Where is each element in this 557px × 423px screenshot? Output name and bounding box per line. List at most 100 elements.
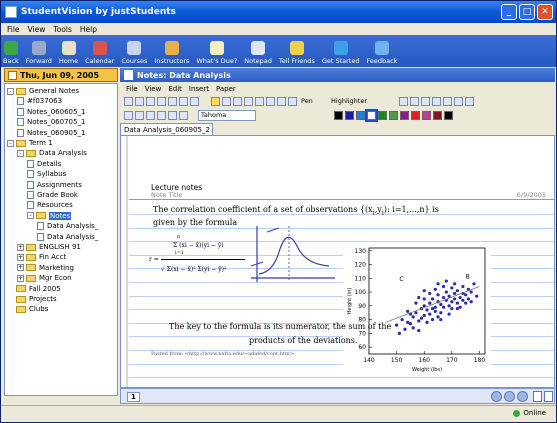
note-key-line1[interactable]: The key to the formula is its numerator,… xyxy=(169,322,391,331)
highlighter-icon[interactable] xyxy=(233,96,242,106)
expand-icon[interactable]: + xyxy=(17,243,24,251)
instructors-button[interactable]: Instructors xyxy=(154,41,189,65)
color-swatch[interactable] xyxy=(389,110,398,120)
color-swatch[interactable] xyxy=(345,110,354,120)
collapse-icon[interactable]: - xyxy=(7,87,14,95)
menu-help[interactable]: Help xyxy=(80,25,97,34)
tree-folder[interactable]: - Notes xyxy=(27,211,72,221)
close-button[interactable]: ✕ xyxy=(537,4,553,20)
tree-folder[interactable]: + ENGLISH 91 xyxy=(17,242,81,252)
underline-icon[interactable] xyxy=(146,110,155,120)
note-page[interactable]: Lecture notes Note Title 6/9/2005 The co… xyxy=(120,135,555,388)
paste-icon[interactable] xyxy=(421,96,430,106)
note-text-line1[interactable]: The correlation coefficient of a set of … xyxy=(153,205,439,217)
notes-menu-file[interactable]: File xyxy=(126,85,138,93)
cut-icon[interactable] xyxy=(399,96,408,106)
what-s-due-button[interactable]: What's Due? xyxy=(196,41,237,65)
tree-folder[interactable]: + Fin Acct xyxy=(17,252,66,262)
delete-icon[interactable] xyxy=(432,96,441,106)
color-swatch[interactable] xyxy=(444,110,453,120)
eraser-icon[interactable] xyxy=(255,96,264,106)
tree-item[interactable]: Assignments xyxy=(27,180,82,190)
collapse-icon[interactable]: - xyxy=(7,139,14,147)
menu-tools[interactable]: Tools xyxy=(53,25,71,34)
delete-page-icon[interactable] xyxy=(544,391,553,402)
notes-menu-edit[interactable]: Edit xyxy=(168,85,182,93)
notes-menu-paper[interactable]: Paper xyxy=(216,85,236,93)
tree-folder[interactable]: - Term 1 xyxy=(7,138,53,148)
pen-selector[interactable]: Pen xyxy=(299,96,327,107)
new-page-icon[interactable] xyxy=(124,96,133,106)
minimize-button[interactable]: _ xyxy=(501,4,517,20)
italic-icon[interactable] xyxy=(135,110,144,120)
menu-file[interactable]: File xyxy=(7,25,20,34)
add-page-icon[interactable] xyxy=(533,391,542,402)
expand-icon[interactable]: + xyxy=(17,253,24,261)
tree-item[interactable]: Notes_060905_1 xyxy=(17,128,85,138)
tree-item[interactable]: Data Analysis_ xyxy=(37,232,98,242)
pen-icon[interactable] xyxy=(222,96,231,106)
get-started-button[interactable]: Get Started xyxy=(322,41,359,65)
tree-item[interactable]: Notes_060705_1 xyxy=(17,117,85,127)
refresh-icon[interactable] xyxy=(179,96,188,106)
color-swatch[interactable] xyxy=(378,110,387,120)
color-swatch[interactable] xyxy=(400,110,409,120)
tree-folder[interactable]: - General Notes xyxy=(7,86,79,96)
undo-icon[interactable] xyxy=(443,96,452,106)
scatter-plot[interactable]: 13012011010090807060140 150 160 170 180Heigh… xyxy=(343,242,491,374)
indent-icon[interactable] xyxy=(168,110,177,120)
expand-icon[interactable]: + xyxy=(17,274,24,282)
tab-note[interactable]: Data Analysis_060905_2 xyxy=(120,123,213,135)
courses-button[interactable]: Courses xyxy=(121,41,147,65)
prev-page-icon[interactable] xyxy=(491,391,502,402)
tree-folder[interactable]: + Marketing xyxy=(17,263,74,273)
menu-view[interactable]: View xyxy=(28,25,46,34)
find-icon[interactable] xyxy=(465,96,474,106)
tree-folder[interactable]: Clubs xyxy=(7,304,48,314)
next-page-icon[interactable] xyxy=(517,391,528,402)
collapse-icon[interactable]: - xyxy=(17,149,24,157)
feedback-button[interactable]: Feedback xyxy=(366,41,397,65)
print-icon[interactable] xyxy=(190,96,199,106)
open-icon[interactable] xyxy=(135,96,144,106)
tree-folder[interactable]: Fall 2005 xyxy=(7,284,61,294)
note-title-field[interactable]: Note Title xyxy=(151,191,182,199)
save-icon[interactable] xyxy=(146,96,155,106)
tree-item[interactable]: Syllabus xyxy=(27,169,66,179)
notepad-button[interactable]: Notepad xyxy=(244,41,272,65)
outdent-icon[interactable] xyxy=(179,110,188,120)
tree-folder[interactable]: - Data Analysis xyxy=(17,148,87,158)
back-button[interactable]: Back xyxy=(3,41,19,65)
handwritten-sketch[interactable] xyxy=(249,222,341,288)
tree-item[interactable]: #f037063 xyxy=(17,96,62,106)
tree-item[interactable]: Details xyxy=(27,159,61,169)
color-swatch[interactable] xyxy=(433,110,442,120)
panel-splitter[interactable] xyxy=(4,396,118,404)
font-selector[interactable]: Tahoma xyxy=(198,109,256,121)
text-tool-icon[interactable] xyxy=(266,96,275,106)
home-page-icon[interactable] xyxy=(504,391,515,402)
tree-folder[interactable]: + Mgr Econ xyxy=(17,273,72,283)
note-key-line2[interactable]: products of the deviations. xyxy=(249,336,357,345)
highlighter-selector[interactable]: Highlighter xyxy=(329,96,375,107)
shape-tool-icon[interactable] xyxy=(288,96,297,106)
expand-icon[interactable]: + xyxy=(17,264,24,272)
color-swatch[interactable] xyxy=(411,110,420,120)
calendar-button[interactable]: Calendar xyxy=(85,41,114,65)
pasted-from-link[interactable]: Pasted from: <http://www.nafta.edu/~adaf… xyxy=(151,351,294,357)
tree-folder[interactable]: Projects xyxy=(7,294,57,304)
color-swatch[interactable] xyxy=(356,110,365,120)
record-icon[interactable] xyxy=(157,96,166,106)
color-swatch[interactable] xyxy=(334,110,343,120)
maximize-button[interactable]: □ xyxy=(519,4,535,20)
notes-menu-insert[interactable]: Insert xyxy=(189,85,209,93)
tree-item[interactable]: Grade Book xyxy=(27,190,78,200)
tree-item[interactable]: Notes_060605_1 xyxy=(17,107,85,117)
email-icon[interactable] xyxy=(168,96,177,106)
collapse-icon[interactable]: - xyxy=(27,212,34,220)
tree-item[interactable]: Data Analysis_ xyxy=(37,221,98,231)
forward-button[interactable]: Forward xyxy=(26,41,52,65)
color-swatch[interactable] xyxy=(422,110,431,120)
home-button[interactable]: Home xyxy=(59,41,78,65)
note-text-line2[interactable]: given by the formula xyxy=(153,218,237,227)
